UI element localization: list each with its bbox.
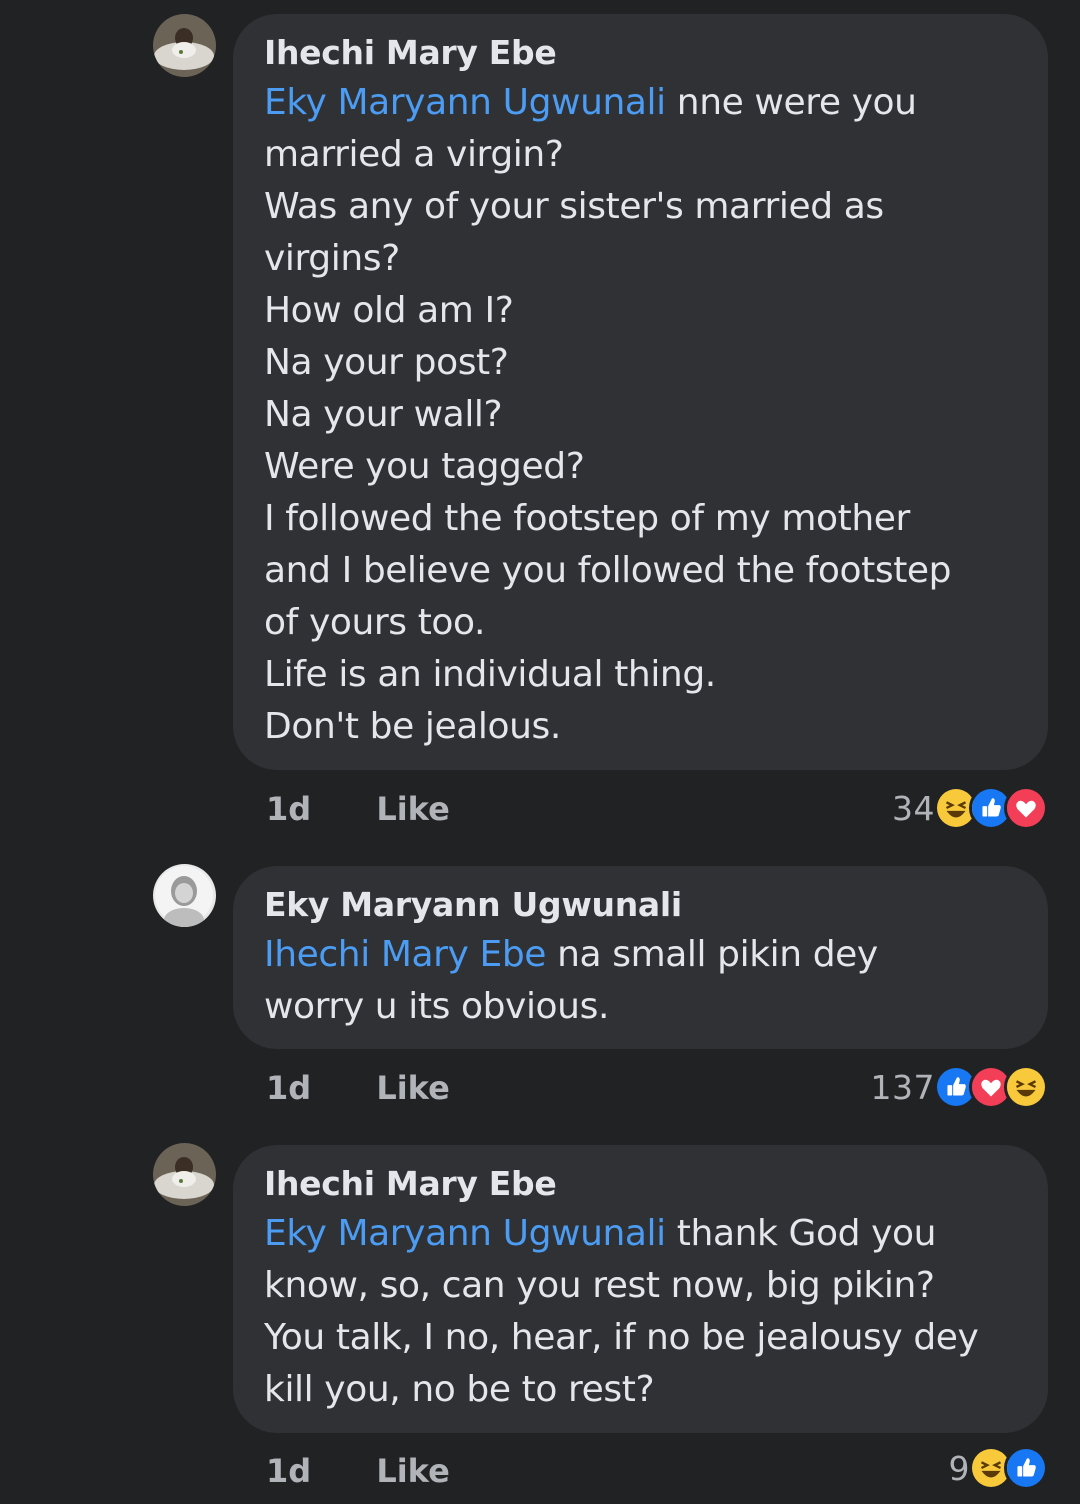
avatar[interactable]	[153, 1143, 216, 1206]
like-button[interactable]: Like	[376, 790, 449, 828]
avatar[interactable]	[153, 864, 216, 927]
comment-timestamp[interactable]: 1d	[266, 1069, 311, 1107]
love-icon	[1004, 786, 1048, 830]
reaction-count: 9	[948, 1448, 970, 1488]
reaction-count: 34	[892, 788, 935, 828]
comment-meta: 1d Like	[266, 1451, 450, 1491]
comment-bubble: Eky Maryann Ugwunali Ihechi Mary Ebe na …	[233, 866, 1048, 1049]
comment-bubble: Ihechi Mary Ebe Eky Maryann Ugwunali nne…	[233, 14, 1048, 770]
comment-author[interactable]: Ihechi Mary Ebe	[264, 33, 1018, 73]
avatar-photo-icon	[153, 1143, 216, 1206]
mention-link[interactable]: Eky Maryann Ugwunali	[264, 1213, 666, 1254]
like-icon	[1004, 1446, 1048, 1490]
haha-icon	[1004, 1065, 1048, 1109]
like-button[interactable]: Like	[376, 1069, 449, 1107]
avatar-photo-icon	[153, 864, 216, 927]
comment-text: Eky Maryann Ugwunali thank God you know,…	[264, 1213, 979, 1410]
reaction-summary[interactable]: 137	[870, 1063, 1048, 1111]
comment-thread: Ihechi Mary Ebe Eky Maryann Ugwunali nne…	[0, 0, 1080, 1504]
mention-link[interactable]: Ihechi Mary Ebe	[264, 934, 546, 975]
mention-link[interactable]: Eky Maryann Ugwunali	[264, 82, 666, 123]
like-button[interactable]: Like	[376, 1452, 449, 1490]
reaction-summary[interactable]: 9	[948, 1444, 1048, 1492]
comment-meta: 1d Like	[266, 1068, 450, 1108]
comment-bubble: Ihechi Mary Ebe Eky Maryann Ugwunali tha…	[233, 1145, 1048, 1433]
comment-text: Ihechi Mary Ebe na small pikin dey worry…	[264, 934, 878, 1027]
comment-author[interactable]: Ihechi Mary Ebe	[264, 1164, 1018, 1204]
avatar[interactable]	[153, 14, 216, 77]
reaction-summary[interactable]: 34	[892, 784, 1048, 832]
comment-timestamp[interactable]: 1d	[266, 1452, 311, 1490]
reaction-count: 137	[870, 1067, 935, 1107]
comment-meta: 1d Like	[266, 789, 450, 829]
avatar-photo-icon	[153, 14, 216, 77]
comment-author[interactable]: Eky Maryann Ugwunali	[264, 885, 1018, 925]
comment-text: Eky Maryann Ugwunali nne were you marrie…	[264, 82, 952, 747]
comment-timestamp[interactable]: 1d	[266, 790, 311, 828]
